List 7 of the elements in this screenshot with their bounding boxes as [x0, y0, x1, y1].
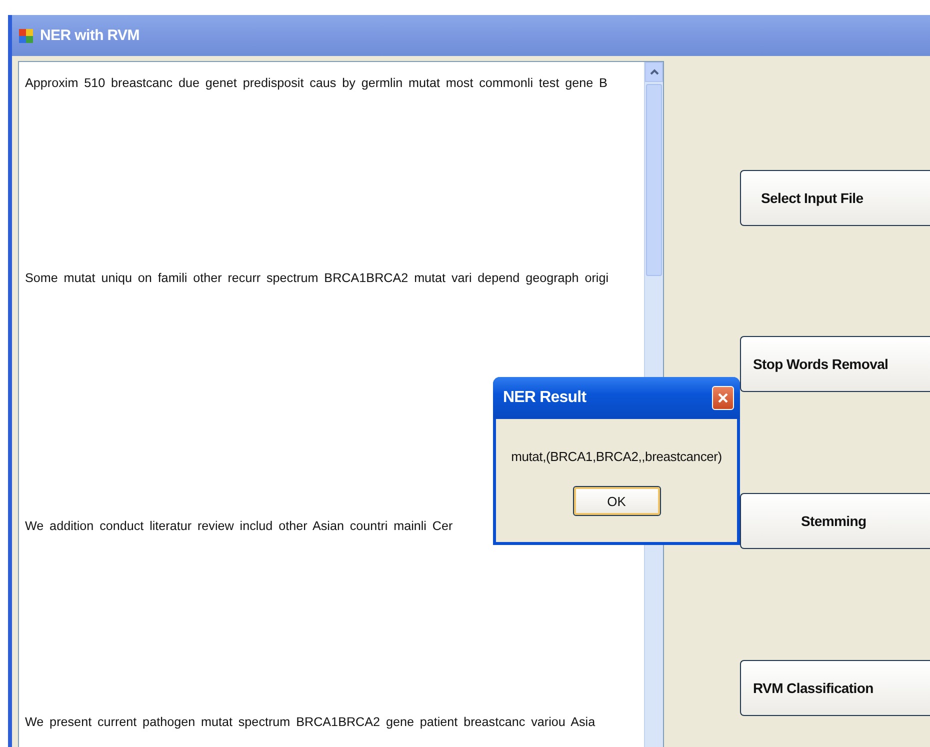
text-line: We addition conduct literatur review includ other Asian countri mainli Cer [25, 519, 454, 533]
window-title: NER with RVM [40, 27, 140, 44]
dialog-title: NER Result [503, 389, 586, 407]
text-line: Some mutat uniqu on famili other recurr spectrum BRCA1BRCA2 mutat vari depend geograph origi [25, 271, 610, 285]
dialog-message: mutat,(BRCA1,BRCA2,,breastcancer) [510, 449, 723, 464]
text-line: We present current pathogen mutat spectrum BRCA1BRCA2 gene patient breastcanc variou Asia [25, 715, 596, 729]
text-line: Approxim 510 breastcanc due genet predisposit caus by germlin mutat most commonli test gene B [25, 76, 608, 90]
